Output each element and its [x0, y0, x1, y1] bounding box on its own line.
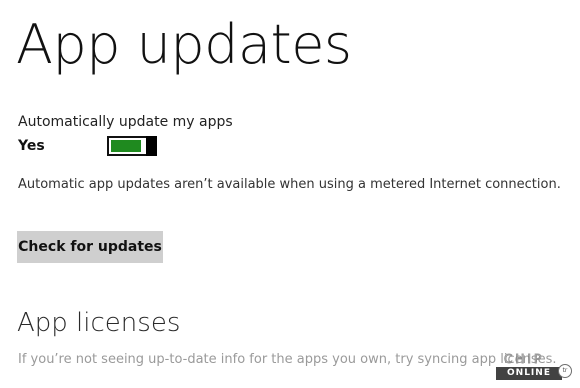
- auto-update-toggle[interactable]: [107, 136, 157, 156]
- check-for-updates-button[interactable]: Check for updates: [17, 231, 163, 263]
- watermark-lower-text: ONLINE: [496, 367, 562, 380]
- page-title: App updates: [16, 13, 352, 76]
- toggle-fill: [111, 140, 141, 152]
- watermark-logo: CHIP ONLINE tr: [496, 352, 574, 384]
- watermark-upper-text: CHIP: [504, 352, 545, 367]
- metered-connection-note: Automatic app updates aren’t available w…: [18, 177, 561, 192]
- auto-update-label: Automatically update my apps: [18, 114, 233, 130]
- toggle-state-label: Yes: [18, 138, 45, 154]
- watermark-badge: tr: [558, 364, 572, 378]
- toggle-thumb[interactable]: [146, 136, 157, 156]
- licenses-description: If you’re not seeing up-to-date info for…: [18, 352, 557, 367]
- section-title-app-licenses: App licenses: [17, 308, 181, 338]
